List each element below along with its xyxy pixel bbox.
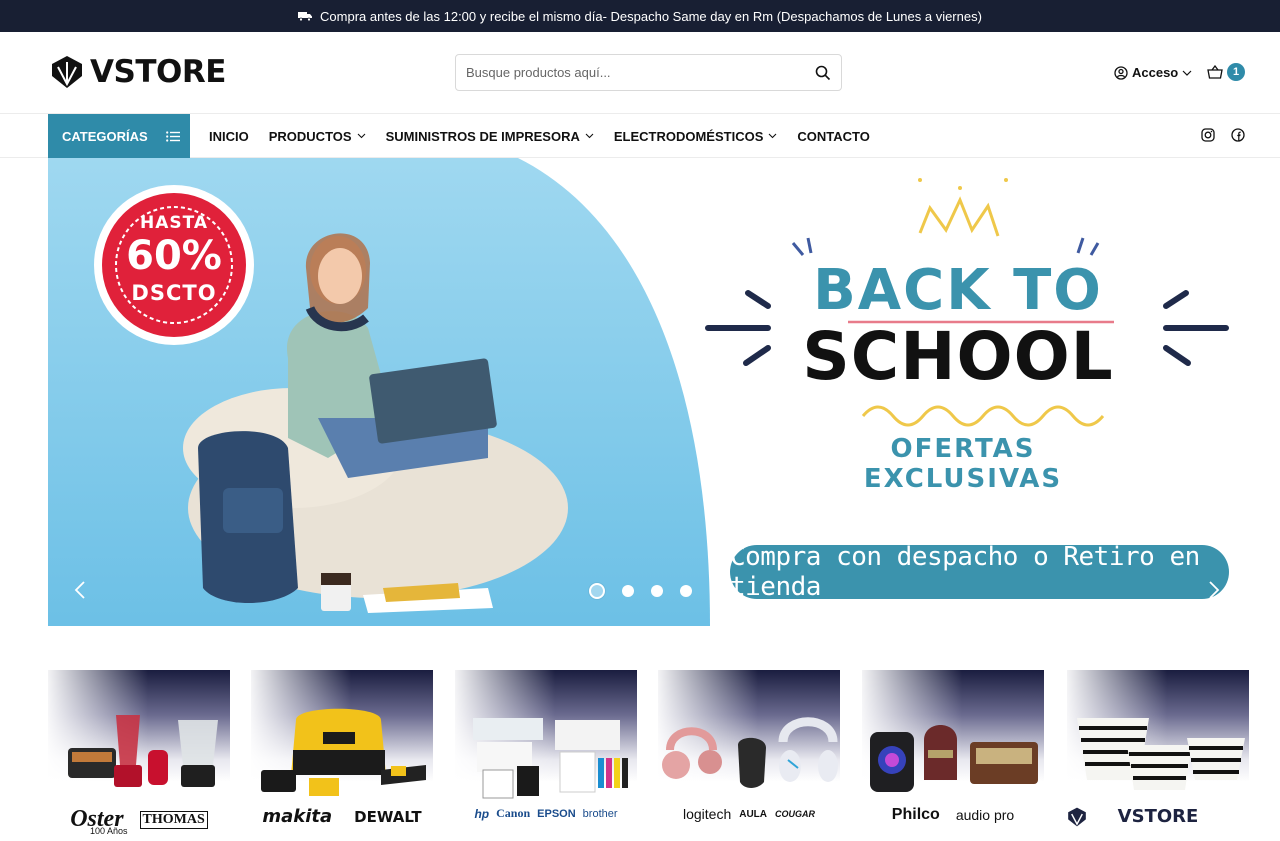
- account-label: Acceso: [1132, 65, 1179, 80]
- brand-logitech: logitech: [682, 806, 732, 822]
- main-navigation: CATEGORÍAS INICIO PRODUCTOS SUMINISTROS …: [0, 114, 1280, 158]
- cart-button[interactable]: 1: [1207, 63, 1245, 81]
- carousel-dot-4[interactable]: [680, 585, 692, 597]
- carousel-dot-1[interactable]: [589, 583, 605, 599]
- nav-menu: INICIO PRODUCTOS SUMINISTROS DE IMPRESOR…: [209, 114, 870, 158]
- account-button[interactable]: Acceso: [1114, 65, 1192, 80]
- audio-devices-image: [870, 725, 1038, 792]
- brand-vstore: VSTORE: [1117, 806, 1199, 827]
- nav-item-suministros[interactable]: SUMINISTROS DE IMPRESORA: [386, 129, 594, 144]
- brand-card-tools[interactable]: makita DEWALT: [251, 670, 433, 841]
- brand-dewalt: DEWALT: [354, 807, 422, 826]
- chevron-down-icon: [357, 133, 365, 139]
- nav-item-label: SUMINISTROS DE IMPRESORA: [385, 128, 580, 144]
- chevron-right-icon: [1209, 581, 1220, 599]
- brand-hp: hp: [474, 806, 490, 821]
- brand-epson: EPSON: [537, 807, 576, 820]
- discount-seal: HASTA 60% DSCTO: [86, 183, 262, 347]
- user-icon: [1114, 65, 1128, 80]
- brand-aula: AULA: [739, 808, 768, 820]
- social-links: [1201, 128, 1245, 142]
- hero-subtitle: OFERTAS EXCLUSIVAS: [863, 434, 1063, 494]
- brand-audio-pro: audio pro: [955, 807, 1015, 823]
- site-logo[interactable]: VSTORE: [50, 54, 226, 90]
- chevron-left-icon: [74, 581, 85, 599]
- brand-card-home[interactable]: VSTORE: [1067, 670, 1249, 841]
- power-tools-image: [261, 708, 426, 796]
- brand-logos-row: hp Canon EPSON brother: [455, 806, 637, 821]
- hero-carousel[interactable]: HASTA 60% DSCTO BACK TO SCHOOL OFERTAS E…: [48, 158, 1232, 626]
- seal-line-1: HASTA: [139, 213, 209, 233]
- nav-item-electrodomesticos[interactable]: ELECTRODOMÉSTICOS: [614, 129, 778, 144]
- site-header: VSTORE Acceso 1: [0, 32, 1280, 114]
- home-decor-planters-image: [1077, 718, 1245, 790]
- brand-logos-row: logitech AULA COUGAR: [658, 806, 840, 822]
- instagram-icon[interactable]: [1201, 128, 1215, 142]
- brand-category-cards: Oster THOMAS 100 Años makita DEWALT hp C…: [48, 670, 1249, 841]
- hero-cta-banner[interactable]: Compra con despacho o Retiro en tienda: [730, 542, 1229, 602]
- nav-item-inicio[interactable]: INICIO: [209, 129, 249, 144]
- brand-makita: makita: [262, 806, 333, 827]
- brand-logos-row: Oster THOMAS: [48, 806, 230, 833]
- shopping-basket-icon: [1207, 65, 1223, 79]
- nav-item-label: PRODUCTOS: [268, 128, 352, 144]
- carousel-prev-arrow[interactable]: [74, 581, 86, 603]
- nav-item-label: ELECTRODOMÉSTICOS: [613, 128, 764, 144]
- brand-cougar: COUGAR: [775, 809, 816, 819]
- brand-logos-row: VSTORE: [1067, 806, 1249, 827]
- truck-icon: [298, 12, 313, 21]
- cart-count-badge: 1: [1227, 63, 1245, 81]
- nav-item-label: INICIO: [209, 128, 249, 144]
- seal-line-3: DSCTO: [131, 281, 217, 305]
- hero-title-line-1: BACK TO: [813, 258, 1103, 323]
- carousel-dot-3[interactable]: [651, 585, 663, 597]
- chevron-down-icon: [585, 133, 594, 139]
- vstore-logo-icon: [52, 56, 82, 88]
- hero-title-line-2: SCHOOL: [802, 318, 1114, 395]
- vstore-logo-icon: [1068, 807, 1086, 827]
- appliances-image: [68, 715, 218, 787]
- list-menu-icon: [165, 130, 180, 142]
- brand-logos-row: Philco audio pro: [862, 806, 1044, 824]
- chevron-down-icon: [1182, 70, 1192, 76]
- nav-item-contacto[interactable]: CONTACTO: [797, 129, 869, 144]
- oster-anniversary-label: 100 Años: [90, 826, 128, 836]
- facebook-icon[interactable]: [1231, 128, 1245, 142]
- carousel-dot-2[interactable]: [622, 585, 634, 597]
- logo-text: VSTORE: [90, 54, 226, 90]
- search-input[interactable]: [466, 65, 815, 80]
- brand-card-audio[interactable]: Philco audio pro: [862, 670, 1044, 841]
- carousel-dots: [589, 583, 692, 599]
- brand-card-gaming[interactable]: logitech AULA COUGAR: [658, 670, 840, 841]
- brand-card-printer-supplies[interactable]: hp Canon EPSON brother: [455, 670, 637, 841]
- brand-brother: brother: [582, 807, 618, 820]
- brand-thomas: THOMAS: [139, 810, 208, 829]
- carousel-next-arrow[interactable]: [1208, 581, 1220, 603]
- brand-philco: Philco: [891, 806, 940, 823]
- nav-item-productos[interactable]: PRODUCTOS: [269, 129, 366, 144]
- search-bar: [455, 54, 842, 91]
- categories-button[interactable]: CATEGORÍAS: [48, 114, 190, 158]
- seal-line-2: 60%: [126, 233, 222, 279]
- brand-canon: Canon: [496, 806, 531, 820]
- brand-card-appliances[interactable]: Oster THOMAS 100 Años: [48, 670, 230, 841]
- search-icon[interactable]: [815, 65, 831, 81]
- gaming-peripherals-image: [662, 717, 838, 788]
- categories-label: CATEGORÍAS: [62, 128, 148, 144]
- chevron-down-icon: [768, 133, 777, 139]
- announcement-bar: Compra antes de las 12:00 y recibe el mi…: [0, 0, 1280, 32]
- brand-logos-row: makita DEWALT: [251, 806, 433, 827]
- announcement-text: Compra antes de las 12:00 y recibe el mi…: [320, 8, 982, 24]
- printer-supplies-image: [473, 718, 628, 799]
- nav-item-label: CONTACTO: [797, 128, 870, 144]
